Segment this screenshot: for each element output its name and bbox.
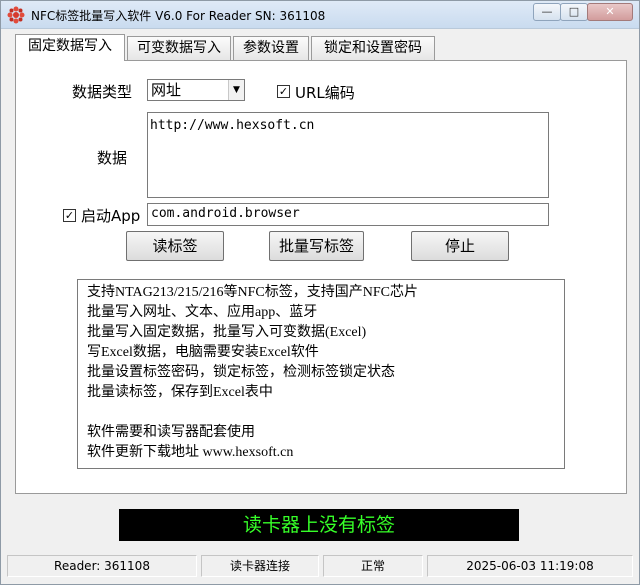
app-window: NFC标签批量写入软件 V6.0 For Reader SN: 361108 —… xyxy=(0,0,640,585)
info-textbox[interactable]: 支持NTAG213/215/216等NFC标签，支持国产NFC芯片 批量写入网址… xyxy=(77,279,565,469)
url-encode-label: URL编码 xyxy=(295,84,355,102)
tag-status-display: 读卡器上没有标签 xyxy=(119,509,519,541)
status-state: 正常 xyxy=(323,555,423,577)
url-encode-checkbox[interactable]: ✓ xyxy=(277,85,290,98)
info-line: 批量写入固定数据，批量写入可变数据(Excel) xyxy=(87,325,367,340)
batch-write-button[interactable]: 批量写标签 xyxy=(269,231,364,261)
data-textarea[interactable]: http://www.hexsoft.cn xyxy=(147,112,549,198)
maximize-button[interactable]: □ xyxy=(560,3,588,21)
launch-app-checkbox[interactable]: ✓ xyxy=(63,209,76,222)
tab-fixed-data-write[interactable]: 固定数据写入 xyxy=(15,34,125,61)
app-logo-icon xyxy=(7,6,25,24)
info-line: 软件更新下载地址 www.hexsoft.cn xyxy=(87,445,294,460)
data-type-select[interactable]: 网址 ▼ xyxy=(147,79,245,101)
data-type-label: 数据类型 xyxy=(72,83,133,101)
status-datetime: 2025-06-03 11:19:08 xyxy=(427,555,633,577)
chevron-down-icon: ▼ xyxy=(228,80,244,100)
status-reader: Reader: 361108 xyxy=(7,555,197,577)
tab-parameter-settings[interactable]: 参数设置 xyxy=(233,36,309,60)
status-connection: 读卡器连接 xyxy=(201,555,319,577)
data-type-value: 网址 xyxy=(151,81,182,99)
info-line: 软件需要和读写器配套使用 xyxy=(87,425,255,440)
info-line: 支持NTAG213/215/216等NFC标签，支持国产NFC芯片 xyxy=(87,285,419,300)
window-title: NFC标签批量写入软件 V6.0 For Reader SN: 361108 xyxy=(31,9,326,23)
launch-app-label: 启动App xyxy=(81,207,141,225)
launch-app-input[interactable]: com.android.browser xyxy=(147,203,549,226)
tab-lock-and-password[interactable]: 锁定和设置密码 xyxy=(311,36,435,60)
title-bar: NFC标签批量写入软件 V6.0 For Reader SN: 361108 —… xyxy=(1,1,639,29)
status-bar: Reader: 361108 读卡器连接 正常 2025-06-03 11:19… xyxy=(1,555,639,577)
info-line: 批量读标签，保存到Excel表中 xyxy=(87,385,273,400)
info-line: 批量写入网址、文本、应用app、蓝牙 xyxy=(87,305,318,320)
info-line xyxy=(87,403,555,423)
maximize-icon: □ xyxy=(568,5,580,18)
tab-variable-data-write[interactable]: 可变数据写入 xyxy=(127,36,231,60)
close-button[interactable]: ✕ xyxy=(587,3,633,21)
minimize-button[interactable]: — xyxy=(533,3,561,21)
read-tag-button[interactable]: 读标签 xyxy=(126,231,224,261)
info-line: 批量设置标签密码，锁定标签，检测标签锁定状态 xyxy=(87,365,395,380)
minimize-icon: — xyxy=(541,5,553,18)
info-line: 写Excel数据，电脑需要安装Excel软件 xyxy=(87,345,319,360)
close-icon: ✕ xyxy=(605,5,615,18)
stop-button[interactable]: 停止 xyxy=(411,231,509,261)
data-label: 数据 xyxy=(97,149,128,167)
